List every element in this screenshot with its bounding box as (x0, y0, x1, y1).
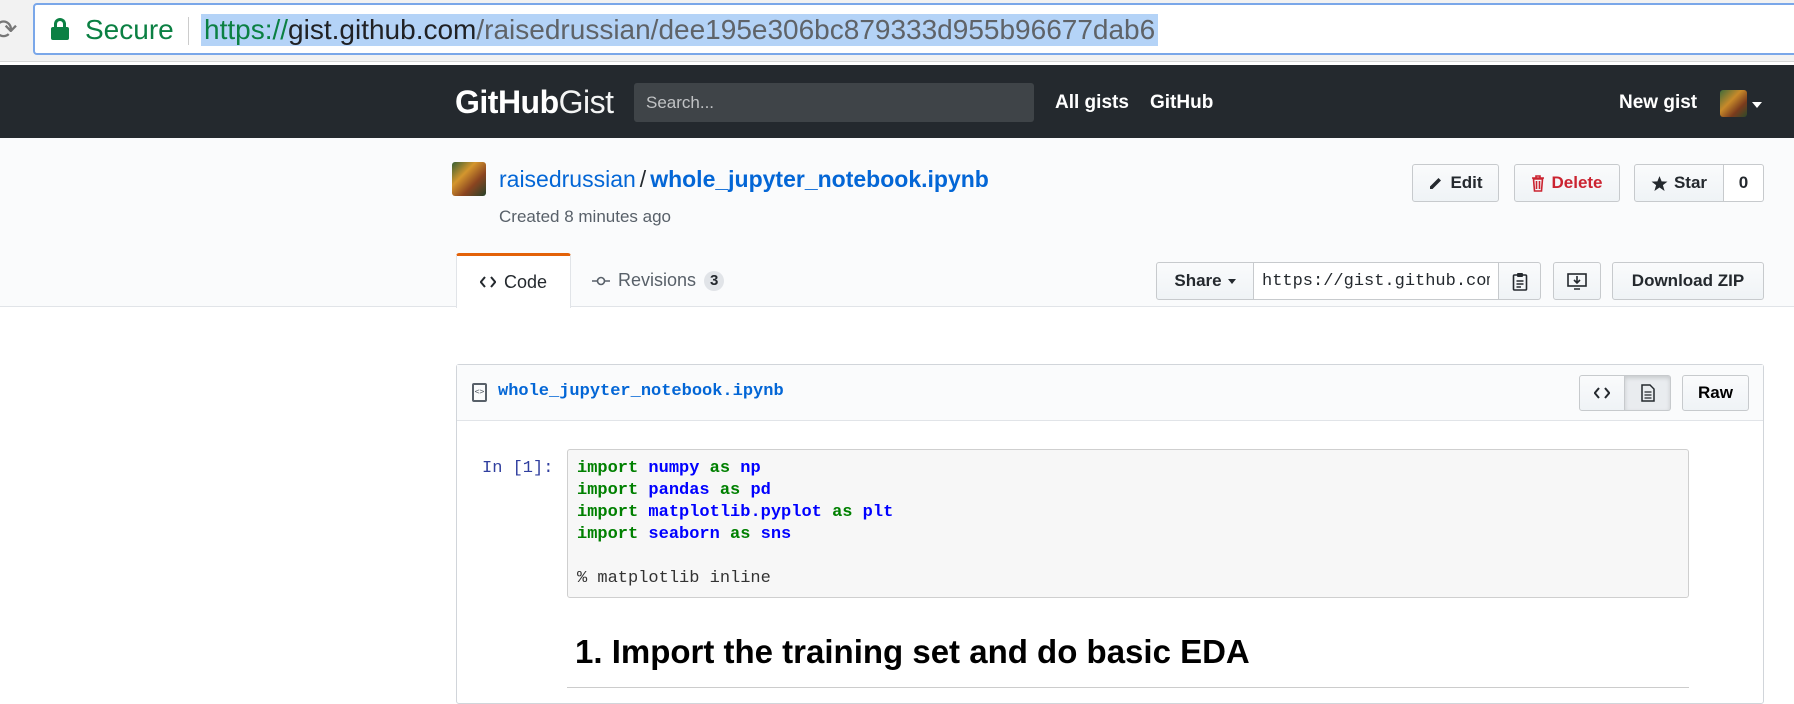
edit-button[interactable]: Edit (1412, 164, 1499, 202)
created-timestamp: Created 8 minutes ago (499, 207, 671, 226)
code-cell: import numpy as np import pandas as pd imp… (567, 449, 1689, 598)
source-view-button[interactable] (1579, 375, 1625, 411)
chevron-down-icon[interactable] (1752, 102, 1762, 108)
file-box: <> whole_jupyter_notebook.ipynb Raw In [… (456, 364, 1764, 704)
star-button[interactable]: Star (1634, 164, 1724, 202)
code-line: % matplotlib inline (577, 569, 771, 588)
tab-revisions[interactable]: Revisions 3 (592, 253, 725, 308)
tab-code[interactable]: Code (456, 253, 571, 308)
cell-prompt: In [1]: (482, 459, 554, 478)
delete-label: Delete (1551, 173, 1603, 192)
markdown-divider (567, 687, 1689, 688)
browser-toolbar: ⟳ Secure https://gist.github.com/raisedr… (0, 0, 1794, 62)
file-code-icon: <> (472, 383, 487, 402)
address-bar[interactable]: Secure https://gist.github.com/raisedrus… (33, 3, 1794, 55)
download-zip-label: Download ZIP (1631, 271, 1745, 290)
url-scheme: https:// (204, 14, 289, 45)
gist-file-link[interactable]: whole_jupyter_notebook.ipynb (650, 166, 989, 192)
gist-title: raisedrussian / whole_jupyter_notebook.ipy… (499, 166, 989, 192)
star-count[interactable]: 0 (1724, 164, 1764, 202)
new-gist-link[interactable]: New gist (1619, 93, 1697, 113)
logo-gist-text: Gist (558, 84, 614, 120)
chevron-down-icon (1227, 278, 1236, 284)
gist-header: raisedrussian / whole_jupyter_notebook.ipy… (0, 138, 1794, 308)
desktop-download-icon (1567, 272, 1587, 290)
url-path: /raisedrussian/dee195e306bc879333d955b96… (476, 14, 1156, 45)
code-line: import seaborn as sns (577, 525, 792, 544)
share-label: Share (1174, 271, 1222, 290)
view-toggle (1579, 375, 1671, 411)
code-icon (479, 276, 496, 288)
logo-github-text: GitHub (455, 84, 559, 120)
site-header: GitHubGist All gists GitHub New gist (0, 65, 1794, 138)
share-dropdown[interactable]: Share (1156, 262, 1254, 300)
github-gist-logo[interactable]: GitHubGist (455, 84, 614, 120)
open-desktop-button[interactable] (1553, 262, 1601, 300)
file-header: <> whole_jupyter_notebook.ipynb Raw (457, 365, 1763, 421)
delete-button[interactable]: Delete (1514, 164, 1620, 202)
lock-icon (51, 18, 69, 40)
owner-link[interactable]: raisedrussian (499, 166, 636, 192)
nav-all-gists[interactable]: All gists (1055, 93, 1129, 113)
tab-code-label: Code (503, 271, 548, 292)
path-separator: / (639, 166, 647, 192)
share-url-input[interactable] (1253, 262, 1499, 300)
markdown-heading: 1. Import the training set and do basic … (575, 633, 1250, 670)
code-line: import numpy as np (577, 459, 761, 478)
clipboard-icon (1512, 272, 1527, 291)
code-line: import matplotlib.pyplot as plt (577, 503, 894, 522)
nav-github[interactable]: GitHub (1150, 93, 1213, 113)
file-name-link[interactable]: whole_jupyter_notebook.ipynb (498, 382, 784, 401)
file-text-icon (1640, 384, 1655, 402)
tab-revisions-label: Revisions (618, 270, 697, 290)
copy-url-button[interactable] (1498, 262, 1541, 300)
star-icon (1651, 175, 1668, 191)
url-text[interactable]: https://gist.github.com/raisedrussian/de… (201, 14, 1159, 46)
download-zip-button[interactable]: Download ZIP (1612, 262, 1764, 300)
reload-icon[interactable]: ⟳ (0, 14, 17, 46)
trash-icon (1532, 174, 1545, 192)
search-input[interactable] (634, 83, 1034, 122)
code-line: import pandas as pd (577, 481, 771, 500)
user-avatar[interactable] (1720, 90, 1747, 117)
edit-label: Edit (1450, 173, 1483, 192)
revisions-count: 3 (704, 270, 725, 291)
url-divider (188, 17, 189, 45)
commit-icon (592, 276, 610, 285)
code-icon (1594, 387, 1610, 399)
raw-button[interactable]: Raw (1682, 375, 1749, 411)
owner-avatar[interactable] (452, 162, 486, 196)
url-host: gist.github.com (288, 14, 477, 45)
pencil-icon (1430, 178, 1442, 189)
star-label: Star (1673, 173, 1708, 192)
secure-label: Secure (85, 14, 174, 45)
rendered-view-button[interactable] (1625, 375, 1671, 411)
